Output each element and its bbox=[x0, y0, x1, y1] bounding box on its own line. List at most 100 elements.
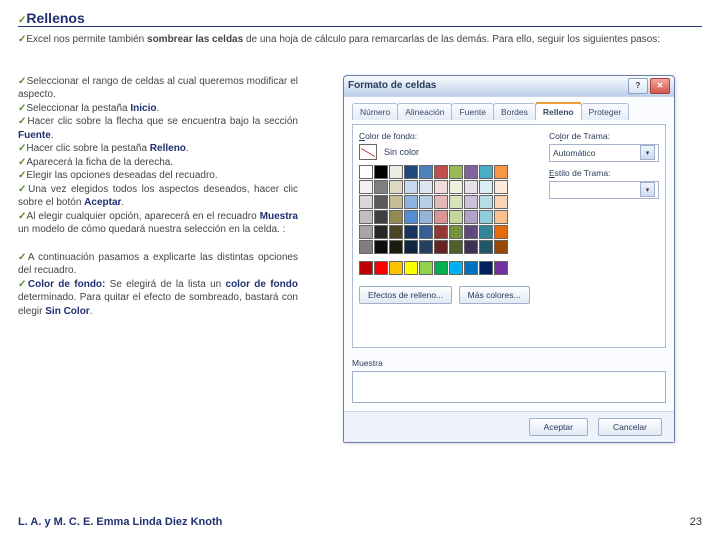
color-swatch[interactable] bbox=[449, 240, 463, 254]
color-swatch[interactable] bbox=[419, 195, 433, 209]
color-swatch[interactable] bbox=[464, 240, 478, 254]
color-swatch[interactable] bbox=[374, 195, 388, 209]
color-swatch[interactable] bbox=[434, 195, 448, 209]
color-swatch[interactable] bbox=[374, 210, 388, 224]
color-swatch[interactable] bbox=[434, 210, 448, 224]
cancel-button[interactable]: Cancelar bbox=[598, 418, 662, 436]
color-swatch[interactable] bbox=[419, 261, 433, 275]
color-swatch[interactable] bbox=[494, 261, 508, 275]
pattern-color-combo[interactable]: Automático▾ bbox=[549, 144, 659, 162]
tab-proteger[interactable]: Proteger bbox=[581, 103, 630, 120]
color-swatch[interactable] bbox=[404, 240, 418, 254]
color-swatch[interactable] bbox=[419, 165, 433, 179]
color-swatch[interactable] bbox=[464, 261, 478, 275]
color-swatch[interactable] bbox=[404, 210, 418, 224]
pattern-style-combo[interactable]: ▾ bbox=[549, 181, 659, 199]
color-swatch[interactable] bbox=[419, 225, 433, 239]
color-swatch[interactable] bbox=[359, 240, 373, 254]
step-item: ✓Al elegir cualquier opción, aparecerá e… bbox=[18, 210, 298, 237]
tab-fuente[interactable]: Fuente bbox=[451, 103, 493, 120]
page-number: 23 bbox=[690, 516, 702, 528]
color-swatch[interactable] bbox=[479, 180, 493, 194]
color-swatch[interactable] bbox=[419, 180, 433, 194]
color-swatch[interactable] bbox=[494, 165, 508, 179]
format-cells-dialog: Formato de celdas ? ✕ NúmeroAlineaciónFu… bbox=[343, 75, 675, 443]
color-swatch[interactable] bbox=[374, 180, 388, 194]
accept-button[interactable]: Aceptar bbox=[529, 418, 588, 436]
color-swatch[interactable] bbox=[464, 180, 478, 194]
color-swatch[interactable] bbox=[374, 240, 388, 254]
color-swatch[interactable] bbox=[464, 195, 478, 209]
color-swatch[interactable] bbox=[359, 180, 373, 194]
para2: ✓A continuación pasamos a explicarte las… bbox=[18, 251, 298, 319]
color-swatch[interactable] bbox=[494, 210, 508, 224]
color-swatch[interactable] bbox=[404, 180, 418, 194]
color-swatch[interactable] bbox=[434, 261, 448, 275]
color-swatch[interactable] bbox=[404, 261, 418, 275]
page-title: ✓Rellenos bbox=[18, 10, 702, 26]
color-swatch[interactable] bbox=[449, 225, 463, 239]
help-button[interactable]: ? bbox=[628, 78, 648, 94]
color-swatch[interactable] bbox=[359, 225, 373, 239]
color-swatch[interactable] bbox=[359, 165, 373, 179]
color-swatch[interactable] bbox=[479, 210, 493, 224]
intro-text: ✓Excel nos permite también sombrear las … bbox=[18, 33, 702, 47]
color-swatch[interactable] bbox=[419, 240, 433, 254]
color-swatch[interactable] bbox=[479, 240, 493, 254]
color-swatch[interactable] bbox=[449, 210, 463, 224]
theme-colors-grid bbox=[359, 165, 541, 255]
fill-effects-button[interactable]: Efectos de relleno... bbox=[359, 286, 452, 304]
color-swatch[interactable] bbox=[389, 225, 403, 239]
color-swatch[interactable] bbox=[434, 165, 448, 179]
tab-bordes[interactable]: Bordes bbox=[493, 103, 536, 120]
close-button[interactable]: ✕ bbox=[650, 78, 670, 94]
color-swatch[interactable] bbox=[464, 210, 478, 224]
color-swatch[interactable] bbox=[404, 165, 418, 179]
color-swatch[interactable] bbox=[464, 165, 478, 179]
color-swatch[interactable] bbox=[389, 180, 403, 194]
no-color-swatch[interactable] bbox=[359, 144, 377, 160]
color-swatch[interactable] bbox=[494, 240, 508, 254]
color-swatch[interactable] bbox=[389, 210, 403, 224]
color-swatch[interactable] bbox=[479, 165, 493, 179]
step-item: ✓Una vez elegidos todos los aspectos des… bbox=[18, 183, 298, 210]
color-swatch[interactable] bbox=[449, 165, 463, 179]
dialog-title: Formato de celdas bbox=[348, 80, 436, 91]
color-swatch[interactable] bbox=[464, 225, 478, 239]
color-swatch[interactable] bbox=[419, 210, 433, 224]
color-swatch[interactable] bbox=[404, 195, 418, 209]
color-swatch[interactable] bbox=[434, 180, 448, 194]
color-swatch[interactable] bbox=[494, 225, 508, 239]
footer-author: L. A. y M. C. E. Emma Linda Diez Knoth bbox=[18, 516, 222, 528]
color-swatch[interactable] bbox=[479, 195, 493, 209]
color-swatch[interactable] bbox=[359, 210, 373, 224]
color-swatch[interactable] bbox=[449, 261, 463, 275]
step-item: ✓Aparecerá la ficha de la derecha. bbox=[18, 156, 298, 170]
color-swatch[interactable] bbox=[434, 240, 448, 254]
tab-alineación[interactable]: Alineación bbox=[397, 103, 452, 120]
tab-relleno[interactable]: Relleno bbox=[535, 103, 582, 120]
color-swatch[interactable] bbox=[389, 261, 403, 275]
color-swatch[interactable] bbox=[374, 261, 388, 275]
label-color-trama: Color de Trama: bbox=[549, 131, 659, 141]
color-swatch[interactable] bbox=[389, 240, 403, 254]
color-swatch[interactable] bbox=[494, 180, 508, 194]
color-swatch[interactable] bbox=[479, 261, 493, 275]
color-swatch[interactable] bbox=[404, 225, 418, 239]
color-swatch[interactable] bbox=[434, 225, 448, 239]
color-swatch[interactable] bbox=[449, 195, 463, 209]
color-swatch[interactable] bbox=[494, 195, 508, 209]
step-item: ✓Hacer clic sobre la pestaña Relleno. bbox=[18, 142, 298, 156]
step-item: ✓Elegir las opciones deseadas del recuad… bbox=[18, 169, 298, 183]
color-swatch[interactable] bbox=[389, 165, 403, 179]
color-swatch[interactable] bbox=[359, 261, 373, 275]
color-swatch[interactable] bbox=[389, 195, 403, 209]
more-colors-button[interactable]: Más colores... bbox=[459, 286, 530, 304]
step-item: ✓Seleccionar la pestaña Inicio. bbox=[18, 102, 298, 116]
color-swatch[interactable] bbox=[374, 165, 388, 179]
color-swatch[interactable] bbox=[359, 195, 373, 209]
color-swatch[interactable] bbox=[479, 225, 493, 239]
color-swatch[interactable] bbox=[374, 225, 388, 239]
tab-número[interactable]: Número bbox=[352, 103, 398, 120]
color-swatch[interactable] bbox=[449, 180, 463, 194]
